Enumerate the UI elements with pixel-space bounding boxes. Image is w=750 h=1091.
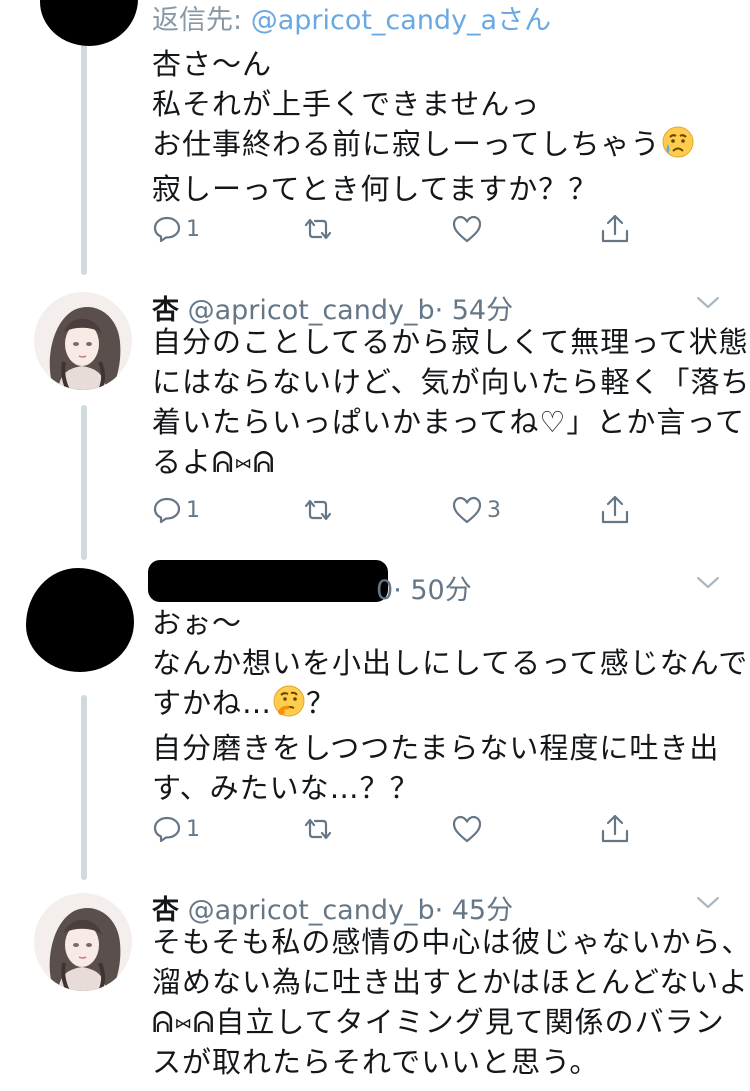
thread-line <box>81 40 87 275</box>
tweet-text-line: にはならないけど、気が向いたら軽く「落ち <box>152 365 750 399</box>
tweet-text-line: おぉ〜 <box>152 606 243 640</box>
tweet-text-line: 自分のことしてるから寂しくて無理って状態 <box>152 325 749 359</box>
like-count: 3 <box>487 497 501 523</box>
retweet-icon <box>304 499 332 521</box>
crying-face-icon <box>661 125 695 169</box>
retweet-button[interactable] <box>301 214 335 244</box>
avatar-illustration <box>34 292 132 390</box>
heart-icon <box>452 815 482 843</box>
tweet-text-line: 自分磨きをしつつたまらない程度に吐き出 <box>152 731 720 765</box>
like-button[interactable] <box>451 214 483 244</box>
reply-button[interactable]: 1 <box>152 814 200 844</box>
thread-line <box>81 405 87 560</box>
share-button[interactable] <box>599 812 631 846</box>
reply-count: 1 <box>186 816 200 842</box>
retweet-icon <box>304 218 332 240</box>
tweet-text-line: 溜めない為に吐き出すとかはほとんどないよ <box>152 965 749 999</box>
retweet-button[interactable] <box>301 495 335 525</box>
tweet-text-line: 私それが上手くできませんっ <box>152 87 541 121</box>
reply-to: 返信先: @apricot_candy_aさん <box>152 0 551 37</box>
chevron-down-icon[interactable] <box>696 576 720 590</box>
retweet-icon <box>304 818 332 840</box>
tweet-text: そもそも私の感情の中心は彼じゃないから、 溜めない為に吐き出すとかはほとんどない… <box>152 922 750 1082</box>
thread-line <box>81 695 87 880</box>
tweet-text-line: なんか想いを小出しにしてるって感じなんで <box>152 646 749 680</box>
tweet-text-line: スが取れたらそれでいいと思う。 <box>152 1045 600 1079</box>
tweet-text-line: 着いたらいっぱいかまってね♡」とか言って <box>152 405 745 439</box>
reply-button[interactable]: 1 <box>152 495 200 525</box>
share-icon <box>601 495 629 524</box>
avatar[interactable] <box>34 893 132 991</box>
heart-icon <box>452 215 482 243</box>
reply-to-prefix: 返信先: <box>152 5 251 36</box>
share-icon <box>601 814 629 843</box>
tweet-text-line: るよᕱ⑅ᕱ <box>152 445 276 479</box>
redacted-name <box>148 560 388 602</box>
reply-to-handle-link[interactable]: @apricot_candy_aさん <box>251 5 551 36</box>
tweet-text-line: そもそも私の感情の中心は彼じゃないから、 <box>152 925 750 959</box>
tweet-text-line: ᕱ⑅ᕱ自立してタイミング見て関係のバラン <box>152 1005 725 1039</box>
avatar-redacted[interactable] <box>26 568 134 672</box>
tweet-text-line: 寂しーってとき何してますか？？ <box>152 172 599 206</box>
tweet-text-line-with-emoji: すかね… ？ <box>152 683 720 728</box>
tweet-text-line: 杏さ〜ん <box>152 47 273 81</box>
like-button[interactable]: 3 <box>451 495 501 525</box>
share-button[interactable] <box>599 212 631 246</box>
handle-tail: 0 <box>376 575 394 606</box>
chevron-down-icon[interactable] <box>696 896 720 910</box>
reply-icon <box>153 497 181 524</box>
tweet-text: 自分のことしてるから寂しくて無理って状態 にはならないけど、気が向いたら軽く「落… <box>152 322 750 482</box>
tweet-text-line: す、みたいな…？？ <box>152 771 420 805</box>
tweet-text: 杏さ〜ん 私それが上手くできませんっ お仕事終わる前に寂しーってしちゃう 寂しー… <box>152 44 720 209</box>
reply-icon <box>153 816 181 843</box>
avatar-redacted[interactable] <box>40 0 138 46</box>
thinking-face-icon <box>272 684 306 728</box>
tweet-text-suffix: ？ <box>306 686 337 720</box>
like-button[interactable] <box>451 814 483 844</box>
share-icon <box>601 214 629 243</box>
timestamp[interactable]: · 50分 <box>393 575 472 606</box>
avatar[interactable] <box>34 292 132 390</box>
heart-icon <box>452 496 482 524</box>
reply-icon <box>153 216 181 243</box>
reply-button[interactable]: 1 <box>152 214 200 244</box>
tweet-text-line-with-emoji: お仕事終わる前に寂しーってしちゃう <box>152 124 720 169</box>
retweet-button[interactable] <box>301 814 335 844</box>
avatar-illustration <box>34 893 132 991</box>
reply-count: 1 <box>186 216 200 242</box>
chevron-down-icon[interactable] <box>696 296 720 310</box>
reply-count: 1 <box>186 497 200 523</box>
tweet-text: おぉ〜 なんか想いを小出しにしてるって感じなんで すかね… ？ 自分磨きをしつつ… <box>152 603 749 808</box>
share-button[interactable] <box>599 493 631 527</box>
tweet-header: 0· 50分 <box>376 568 472 607</box>
